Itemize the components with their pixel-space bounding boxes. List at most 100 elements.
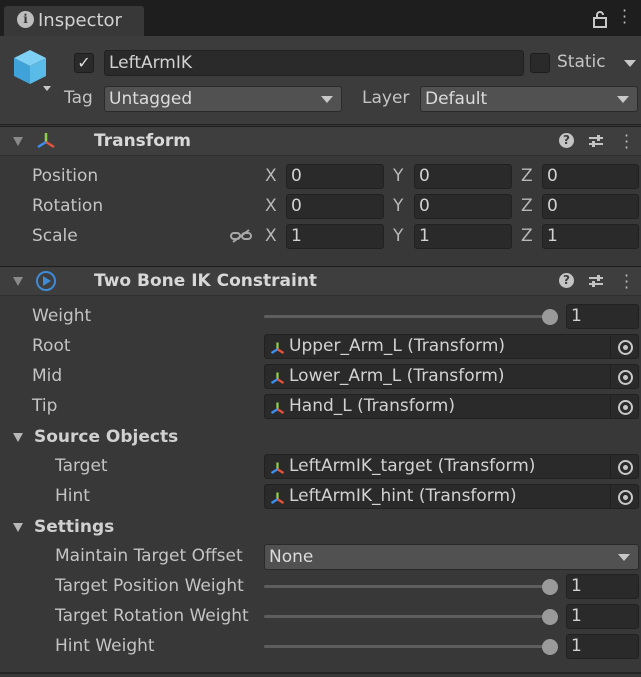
maintain-offset-value: None [269, 547, 314, 567]
transform-icon [270, 460, 285, 483]
fold-arrow-icon[interactable] [13, 433, 23, 442]
transform-title: Transform [94, 131, 191, 151]
fold-arrow-icon[interactable] [13, 277, 23, 286]
root-object-field[interactable]: Upper_Arm_L (Transform) [264, 334, 639, 359]
target-object-field[interactable]: LeftArmIK_target (Transform) [264, 454, 639, 479]
axis-y-label: Y [393, 196, 404, 216]
root-label: Root [32, 336, 71, 356]
tag-label: Tag [64, 88, 93, 108]
target-icon [618, 460, 633, 475]
target-icon [618, 340, 633, 355]
layer-value: Default [425, 89, 488, 109]
axis-x-label: X [265, 166, 277, 186]
chevron-down-icon [617, 96, 629, 103]
source-objects-foldout[interactable]: Source Objects [34, 427, 178, 447]
active-checkbox[interactable]: ✓ [74, 53, 94, 73]
static-label: Static [557, 52, 606, 72]
chevron-down-icon [321, 96, 333, 103]
constrain-proportions-icon[interactable] [230, 228, 252, 249]
target-rotation-weight-knob[interactable] [542, 609, 558, 625]
tip-object-field[interactable]: Hand_L (Transform) [264, 394, 639, 419]
context-menu-icon[interactable]: · · · [624, 128, 629, 156]
fold-arrow-icon[interactable] [13, 137, 23, 146]
hint-weight-knob[interactable] [542, 639, 558, 655]
tag-value: Untagged [109, 89, 193, 109]
target-label: Target [55, 456, 108, 476]
target-position-weight-field[interactable]: 1 [566, 574, 639, 599]
hint-weight-field[interactable]: 1 [566, 634, 639, 659]
mid-label: Mid [32, 366, 63, 386]
maintain-offset-dropdown[interactable]: None [264, 544, 639, 570]
mid-value: Lower_Arm_L (Transform) [289, 366, 505, 386]
object-picker-button[interactable] [610, 485, 638, 508]
position-x-field[interactable]: 0 [286, 164, 384, 189]
transform-icon [270, 400, 285, 423]
preset-icon[interactable] [588, 273, 604, 294]
target-rotation-weight-field[interactable]: 1 [566, 604, 639, 629]
rotation-y-field[interactable]: 0 [414, 194, 512, 219]
bottom-divider [0, 672, 641, 674]
gameobject-name-field[interactable]: LeftArmIK [104, 50, 524, 76]
tab-menu-icon[interactable]: · · · [622, 3, 627, 31]
tip-label: Tip [32, 396, 58, 416]
weight-slider-knob[interactable] [542, 309, 558, 325]
help-icon[interactable]: ? [559, 133, 574, 148]
fold-arrow-icon[interactable] [13, 523, 23, 532]
ik-constraint-title: Two Bone IK Constraint [94, 271, 318, 291]
axis-z-label: Z [521, 196, 533, 216]
rotation-z-field[interactable]: 0 [542, 194, 639, 219]
hint-weight-track[interactable] [264, 645, 554, 648]
gameobject-icon[interactable] [12, 48, 52, 97]
info-icon: i [17, 11, 34, 28]
transform-icon [270, 370, 285, 393]
tip-value: Hand_L (Transform) [289, 396, 455, 416]
target-rotation-weight-track[interactable] [264, 615, 554, 618]
maintain-offset-label: Maintain Target Offset [55, 546, 243, 566]
target-position-weight-track[interactable] [264, 585, 554, 588]
layer-label: Layer [362, 88, 410, 108]
root-value: Upper_Arm_L (Transform) [289, 336, 506, 356]
target-rotation-weight-label: Target Rotation Weight [55, 606, 249, 626]
target-value: LeftArmIK_target (Transform) [289, 456, 536, 476]
object-picker-button[interactable] [610, 365, 638, 388]
weight-slider-track[interactable] [264, 315, 554, 318]
settings-foldout[interactable]: Settings [34, 517, 114, 537]
target-position-weight-knob[interactable] [542, 579, 558, 595]
axis-y-label: Y [393, 166, 404, 186]
scale-label: Scale [32, 226, 78, 246]
static-dropdown-arrow[interactable] [624, 60, 636, 67]
preset-icon[interactable] [588, 133, 604, 154]
weight-label: Weight [32, 306, 92, 326]
scale-z-field[interactable]: 1 [542, 224, 639, 249]
hint-object-field[interactable]: LeftArmIK_hint (Transform) [264, 484, 639, 509]
weight-field[interactable]: 1 [566, 304, 639, 329]
static-checkbox[interactable] [530, 53, 550, 73]
position-z-field[interactable]: 0 [542, 164, 639, 189]
tag-dropdown[interactable]: Untagged [104, 86, 342, 112]
position-label: Position [32, 166, 99, 186]
axis-x-label: X [265, 226, 277, 246]
checkmark-icon: ✓ [77, 53, 91, 72]
target-icon [618, 400, 633, 415]
hint-label: Hint [55, 486, 90, 506]
rotation-x-field[interactable]: 0 [286, 194, 384, 219]
help-icon[interactable]: ? [559, 273, 574, 288]
chevron-down-icon [618, 554, 630, 561]
object-picker-button[interactable] [610, 335, 638, 358]
lock-icon[interactable] [592, 10, 608, 33]
hint-value: LeftArmIK_hint (Transform) [289, 486, 517, 506]
scale-y-field[interactable]: 1 [414, 224, 512, 249]
layer-dropdown[interactable]: Default [420, 86, 638, 112]
transform-icon [270, 490, 285, 513]
hint-weight-label: Hint Weight [55, 636, 155, 656]
transform-icon [36, 131, 56, 156]
object-picker-button[interactable] [610, 395, 638, 418]
scale-x-field[interactable]: 1 [286, 224, 384, 249]
rotation-label: Rotation [32, 196, 104, 216]
axis-z-label: Z [521, 166, 533, 186]
mid-object-field[interactable]: Lower_Arm_L (Transform) [264, 364, 639, 389]
object-picker-button[interactable] [610, 455, 638, 478]
context-menu-icon[interactable]: · · · [624, 268, 629, 296]
tab-inspector-label: Inspector [38, 10, 122, 31]
position-y-field[interactable]: 0 [414, 164, 512, 189]
